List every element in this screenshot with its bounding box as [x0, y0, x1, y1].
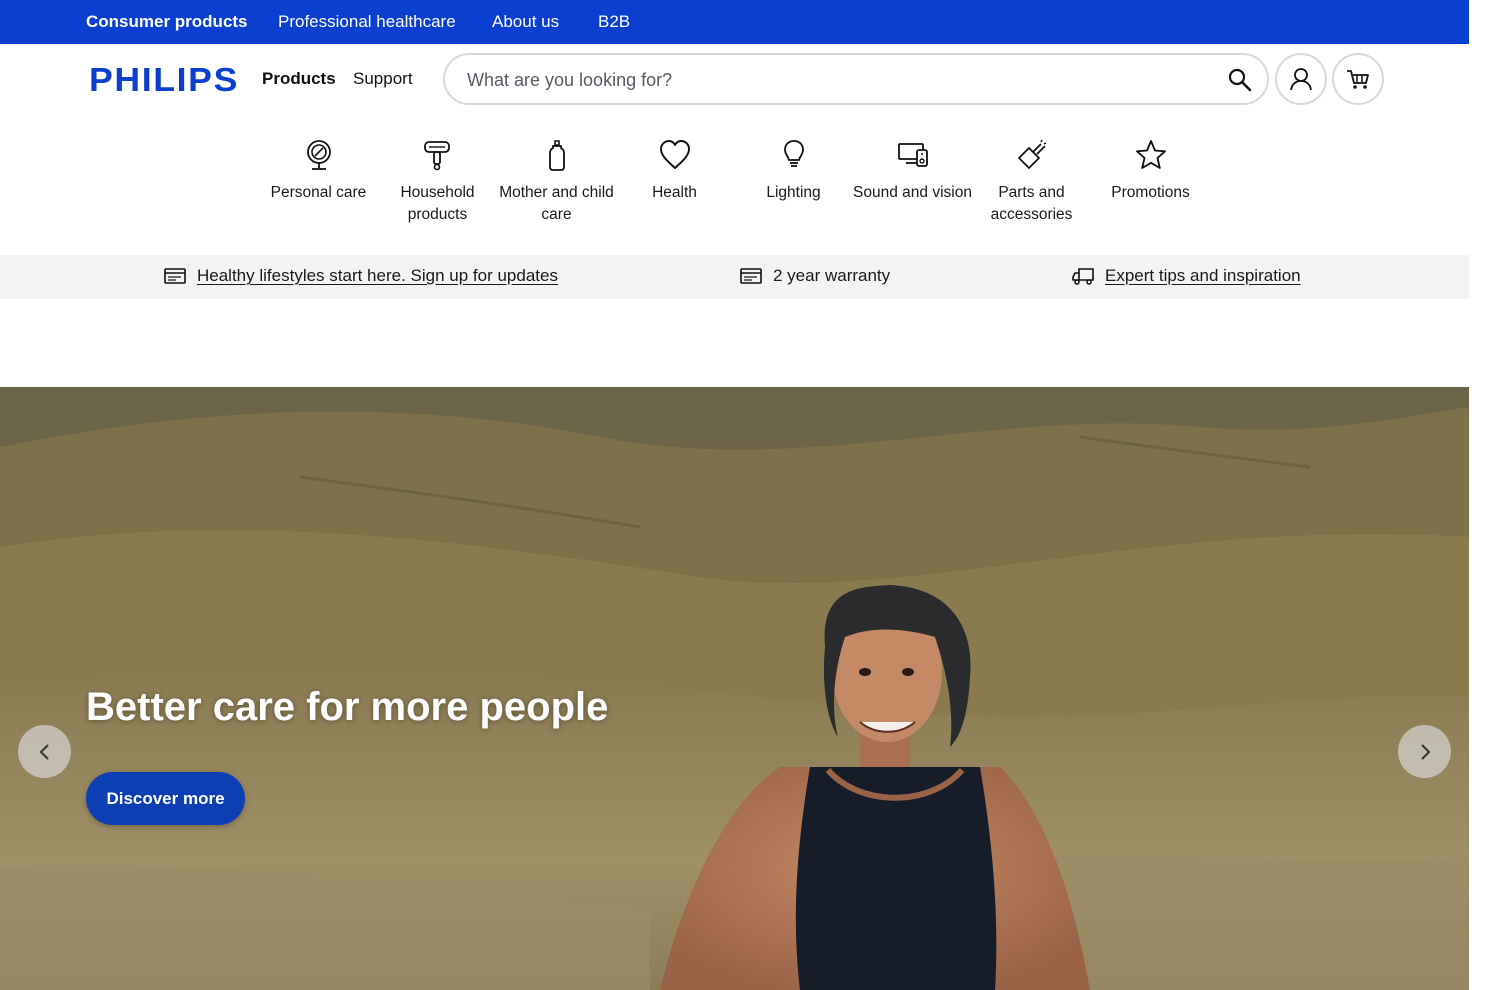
category-nav: Personal care Household products Mother … — [0, 116, 1469, 255]
category-sound-vision[interactable]: Sound and vision — [853, 138, 972, 204]
baby-bottle-icon — [548, 140, 565, 171]
discover-more-button[interactable]: Discover more — [86, 772, 245, 825]
star-icon — [1135, 140, 1166, 169]
category-personal-care[interactable]: Personal care — [259, 138, 378, 204]
chevron-left-icon — [39, 743, 49, 760]
category-label: Health — [652, 184, 697, 201]
hero-banner: Better care for more people Discover mor… — [0, 387, 1469, 990]
site-header: PHILIPS Products Support — [0, 44, 1469, 116]
utility-link-about-us[interactable]: About us — [492, 12, 559, 32]
warranty-text: 2 year warranty — [773, 266, 891, 285]
search-box — [443, 53, 1269, 105]
carousel-prev-button[interactable] — [18, 725, 71, 778]
category-label: Sound and vision — [853, 184, 972, 201]
utility-bar: Consumer products Professional healthcar… — [0, 0, 1469, 44]
category-label: Lighting — [766, 184, 821, 201]
utility-link-b2b[interactable]: B2B — [598, 12, 630, 32]
nav-support[interactable]: Support — [353, 69, 413, 89]
category-health[interactable]: Health — [615, 138, 734, 204]
category-lighting[interactable]: Lighting — [734, 138, 853, 204]
utility-link-consumer-products[interactable]: Consumer products — [86, 12, 248, 32]
account-button[interactable] — [1275, 53, 1327, 105]
category-label: Promotions — [1111, 184, 1190, 201]
search-icon[interactable] — [1227, 67, 1253, 93]
brush-head-icon — [1017, 139, 1046, 169]
shaver-mirror-icon — [306, 140, 331, 170]
expert-tips-link[interactable]: Expert tips and inspiration — [1105, 266, 1301, 286]
philips-logo[interactable]: PHILIPS — [89, 61, 239, 99]
card-icon — [740, 268, 762, 284]
truck-icon — [1072, 268, 1094, 285]
page: Consumer products Professional healthcar… — [0, 0, 1469, 990]
usp-tips: Expert tips and inspiration — [1072, 266, 1301, 286]
category-mother-child-care[interactable]: Mother and child care — [497, 138, 616, 226]
category-label: Parts and accessories — [990, 184, 1073, 223]
category-label: Personal care — [270, 184, 367, 201]
card-icon — [164, 268, 186, 284]
hero-title: Better care for more people — [86, 685, 609, 729]
devices-icon — [897, 143, 928, 167]
light-bulb-icon — [783, 140, 804, 167]
heart-icon — [659, 140, 690, 169]
category-household-products[interactable]: Household products — [378, 138, 497, 226]
signup-link[interactable]: Healthy lifestyles start here. Sign up f… — [197, 266, 558, 286]
usp-bar: Healthy lifestyles start here. Sign up f… — [0, 255, 1469, 299]
carousel-next-button[interactable] — [1398, 725, 1451, 778]
category-promotions[interactable]: Promotions — [1091, 138, 1210, 204]
utility-link-professional-healthcare[interactable]: Professional healthcare — [278, 12, 456, 32]
category-parts-accessories[interactable]: Parts and accessories — [972, 138, 1091, 226]
usp-signup: Healthy lifestyles start here. Sign up f… — [164, 266, 558, 286]
hair-dryer-icon — [423, 141, 450, 171]
category-label: Mother and child care — [499, 184, 614, 223]
cart-button[interactable] — [1332, 53, 1384, 105]
nav-products[interactable]: Products — [262, 69, 336, 89]
user-icon — [1290, 68, 1312, 91]
search-input[interactable] — [467, 67, 1207, 93]
chevron-right-icon — [1420, 743, 1430, 760]
category-label: Household products — [400, 184, 475, 223]
cart-icon — [1347, 70, 1369, 89]
usp-warranty: 2 year warranty — [740, 266, 890, 286]
